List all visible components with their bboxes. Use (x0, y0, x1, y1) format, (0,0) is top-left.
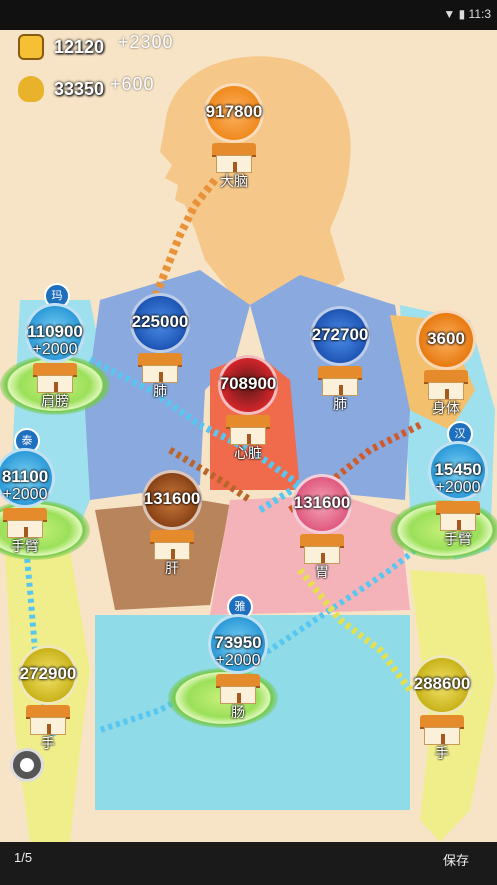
game-canvas[interactable]: 12120 +2300 33350 +600 917800 大脑 225000 … (0, 30, 497, 842)
status-icons: ▼ ▮ 11:3 (443, 7, 491, 21)
node-bonus: +2000 (32, 341, 78, 358)
page-indicator: 1/5 (14, 850, 33, 865)
node-label: 大脑 (220, 173, 248, 189)
node-bonus: +2000 (2, 486, 48, 503)
building-icon (3, 508, 47, 538)
node-value: 3600 (427, 329, 465, 348)
node-label: 心脏 (234, 445, 262, 461)
joystick-knob-icon (20, 758, 34, 772)
node-bonus: +2000 (435, 479, 481, 496)
node-label: 手臂 (11, 538, 39, 554)
node-value: 131600 (143, 489, 201, 508)
system-status-bar: ▼ ▮ 11:3 (0, 0, 497, 30)
node-value: 81100 (1, 467, 49, 486)
building-icon (300, 534, 344, 564)
node-label: 身体 (432, 400, 460, 416)
building-icon (436, 501, 480, 531)
save-button[interactable]: 保存 (443, 850, 469, 869)
node-value: 225000 (131, 312, 189, 331)
node-label: 手臂 (444, 531, 472, 547)
node-value: 131600 (293, 493, 351, 512)
joystick-button[interactable] (10, 748, 44, 782)
grain-value: 33350 (54, 79, 105, 99)
coin-icon (18, 34, 44, 60)
building-icon (26, 705, 70, 735)
grain-increment: +600 (110, 74, 155, 94)
building-icon (318, 366, 362, 396)
node-value: 110900 (27, 322, 83, 341)
node-value: 272900 (19, 664, 77, 683)
node-label: 肺 (333, 396, 347, 412)
viewer-bottom-bar: 1/5 保存 (0, 842, 497, 885)
building-icon (138, 353, 182, 383)
node-value: 708900 (219, 374, 277, 393)
wheat-icon (18, 76, 44, 102)
node-label: 肠 (231, 704, 245, 720)
coin-value: 12120 (54, 37, 105, 57)
status-time: 11:3 (468, 7, 491, 21)
building-icon (424, 370, 468, 400)
building-icon (150, 530, 194, 560)
building-icon (420, 715, 464, 745)
node-value: 917800 (205, 102, 263, 121)
building-icon (216, 674, 260, 704)
building-icon (226, 415, 270, 445)
node-value: 15450 (434, 460, 482, 479)
building-icon (33, 363, 77, 393)
node-value: 73950 (214, 633, 262, 652)
node-label: 胃 (315, 564, 329, 580)
node-value: 288600 (413, 674, 471, 693)
node-bonus: +2000 (215, 652, 261, 669)
building-icon (212, 143, 256, 173)
node-label: 手 (435, 745, 449, 761)
node-label: 肩膀 (41, 393, 69, 409)
node-label: 肝 (165, 560, 179, 576)
node-label: 肺 (153, 383, 167, 399)
coin-increment: +2300 (118, 32, 174, 52)
node-value: 272700 (311, 325, 369, 344)
